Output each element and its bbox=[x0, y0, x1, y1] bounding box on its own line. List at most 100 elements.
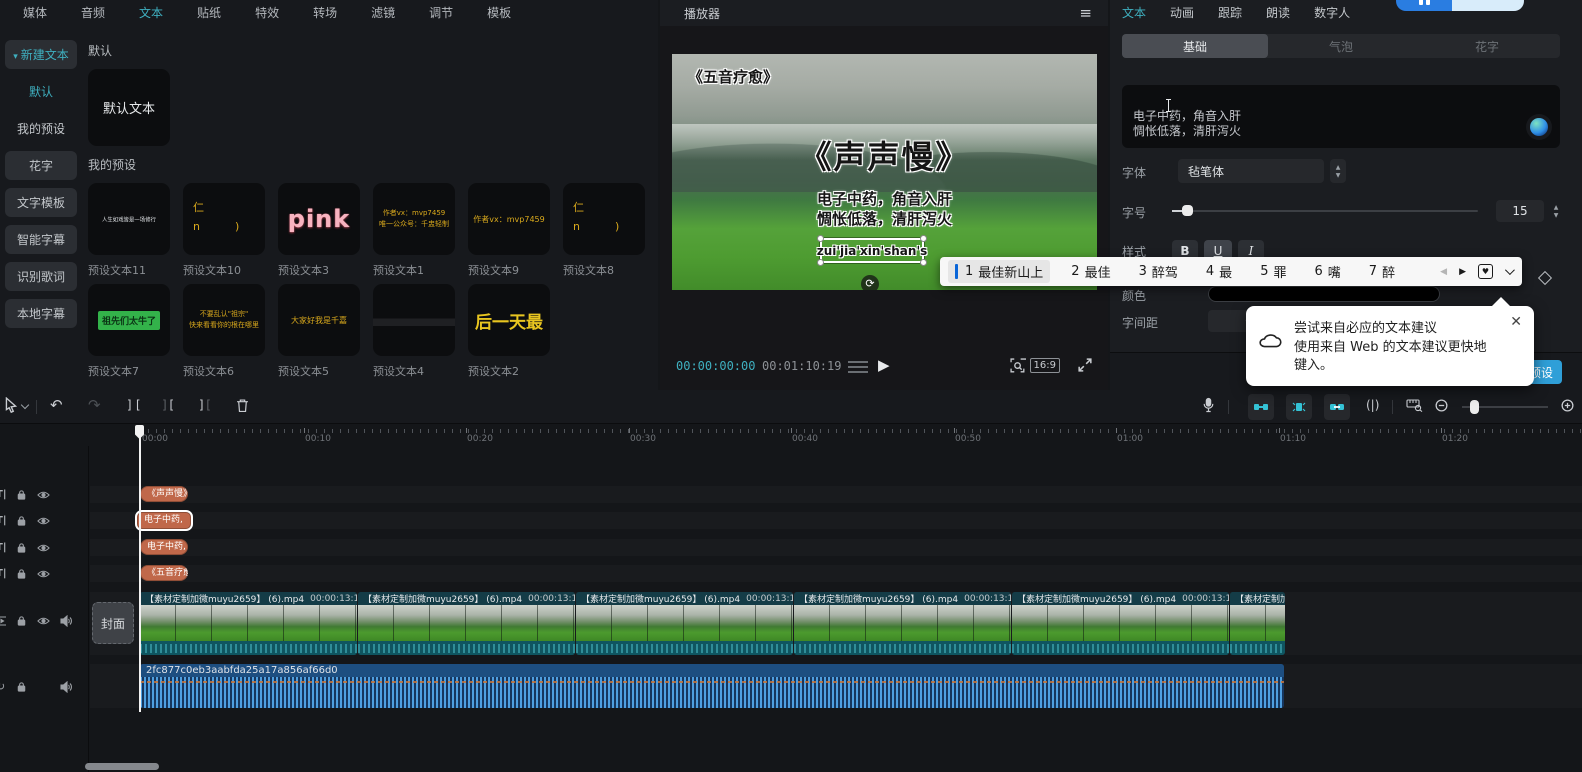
ai-assistant-icon[interactable] bbox=[1526, 114, 1552, 140]
text-clip[interactable]: 电子中药, bbox=[137, 512, 191, 529]
overlay-lyric-line2[interactable]: 惆怅低落，清肝泻火 bbox=[672, 208, 1097, 229]
lock-icon[interactable] bbox=[16, 542, 27, 554]
sidebar-item[interactable]: 文字模板 bbox=[5, 188, 77, 217]
inspector-tab[interactable]: 动画 bbox=[1170, 4, 1194, 21]
inspector-subtab[interactable]: 花字 bbox=[1414, 34, 1560, 58]
rotate-handle-icon[interactable]: ⟳ bbox=[861, 275, 879, 290]
delete-icon[interactable] bbox=[236, 398, 249, 413]
timeline-zoom-slider[interactable] bbox=[1462, 406, 1548, 408]
inspector-tab[interactable]: 文本 bbox=[1122, 4, 1146, 21]
default-text-card[interactable]: 默认文本 bbox=[88, 69, 170, 146]
select-tool-icon[interactable] bbox=[4, 397, 18, 413]
eye-icon[interactable] bbox=[37, 569, 50, 579]
video-clip[interactable]: 【素材定制加微muyu2659】 (6).mp400:00:13:1 bbox=[576, 592, 793, 655]
text-edit-box[interactable]: zui'jia'xin'shan's bbox=[820, 238, 924, 263]
top-menu-item[interactable]: 贴纸 bbox=[180, 4, 238, 21]
eye-icon[interactable] bbox=[37, 616, 50, 626]
eye-icon[interactable] bbox=[37, 490, 50, 500]
inspector-subtab[interactable]: 气泡 bbox=[1268, 34, 1414, 58]
ime-expand-chevron-icon[interactable] bbox=[1505, 265, 1515, 275]
font-stepper[interactable]: ▲▼ bbox=[1330, 159, 1346, 183]
zoom-slider-handle[interactable] bbox=[1470, 400, 1479, 414]
zoom-in-icon[interactable] bbox=[1560, 398, 1575, 413]
eye-icon[interactable] bbox=[37, 516, 50, 526]
fullscreen-icon[interactable] bbox=[1078, 358, 1092, 372]
lock-icon[interactable] bbox=[16, 681, 27, 693]
ime-candidate[interactable]: 6嘴 bbox=[1307, 260, 1347, 283]
clip-list-icon[interactable] bbox=[848, 360, 868, 373]
sidebar-item[interactable]: 我的预设 bbox=[5, 114, 77, 143]
preview-quality-icon[interactable] bbox=[1010, 358, 1026, 374]
horizontal-scrollbar[interactable] bbox=[85, 763, 159, 770]
font-size-slider[interactable] bbox=[1172, 210, 1478, 212]
mute-icon[interactable] bbox=[60, 681, 72, 693]
top-menu-item[interactable]: 模板 bbox=[470, 4, 528, 21]
player-menu-icon[interactable]: ≡ bbox=[1079, 4, 1092, 22]
sidebar-item[interactable]: 默认 bbox=[5, 77, 77, 106]
inspector-tab[interactable]: 朗读 bbox=[1266, 4, 1290, 21]
ime-candidate[interactable]: 7醉 bbox=[1362, 260, 1402, 283]
preset-card[interactable]: 预设文本4 bbox=[373, 284, 455, 379]
font-select[interactable]: 毡笔体 bbox=[1178, 159, 1324, 183]
redo-icon[interactable]: ↷ bbox=[88, 396, 101, 414]
video-clip[interactable]: 【素材定制加微muyu2659】 (6).mp400:00:13:1 bbox=[1230, 592, 1285, 655]
overlay-lyric-line1[interactable]: 电子中药，角音入肝 bbox=[672, 188, 1097, 209]
ime-prev-icon[interactable]: ◀ bbox=[1440, 267, 1447, 277]
sidebar-item[interactable]: 智能字幕 bbox=[5, 225, 77, 254]
color-swatch[interactable] bbox=[1208, 286, 1440, 302]
resize-handle[interactable] bbox=[920, 259, 927, 266]
overlay-title[interactable]: 《五音疗愈》 bbox=[688, 66, 778, 87]
preset-card[interactable]: 不要乱认"祖宗" 快来看看你的根在哪里 预设文本6 bbox=[183, 284, 265, 379]
audio-clip[interactable]: 2fc877c0eb3aabfda25a17a856af66d0 bbox=[140, 664, 1284, 708]
slider-handle[interactable] bbox=[1182, 205, 1193, 216]
top-menu-item[interactable]: 特效 bbox=[238, 4, 296, 21]
sidebar-item[interactable]: 本地字幕 bbox=[5, 299, 77, 328]
preset-card[interactable]: 祖先们太牛了 预设文本7 bbox=[88, 284, 170, 379]
text-content-input[interactable]: 电子中药，角音入肝 惆怅低落，清肝泻火 bbox=[1122, 85, 1560, 148]
resize-handle[interactable] bbox=[817, 259, 824, 266]
preset-card[interactable]: 仁 n ) 预设文本8 bbox=[563, 183, 645, 278]
video-clip[interactable]: 【素材定制加微muyu2659】 (6).mp400:00:13:1 bbox=[358, 592, 575, 655]
overlay-main-title[interactable]: 《声声慢》 bbox=[672, 132, 1097, 178]
inspector-subtab[interactable]: 基础 bbox=[1122, 34, 1268, 58]
video-clip[interactable]: 【素材定制加微muyu2659】 (6).mp400:00:13:1 bbox=[794, 592, 1011, 655]
ime-candidate[interactable]: 1最佳新山上 bbox=[948, 260, 1050, 283]
play-button[interactable]: ▶ bbox=[878, 356, 890, 374]
preset-card[interactable]: 后一天最 预设文本2 bbox=[468, 284, 550, 379]
link-clips-icon[interactable] bbox=[1324, 394, 1350, 420]
top-menu-item[interactable]: 滤镜 bbox=[354, 4, 412, 21]
inspector-tab[interactable]: 跟踪 bbox=[1218, 4, 1242, 21]
main-track-magnet-icon[interactable] bbox=[1286, 394, 1312, 420]
text-clip[interactable]: 《五音疗愈 bbox=[140, 565, 188, 581]
top-menu-item[interactable]: 转场 bbox=[296, 4, 354, 21]
lock-icon[interactable] bbox=[16, 515, 27, 527]
font-size-value[interactable]: 15 bbox=[1496, 200, 1544, 222]
delete-left-icon[interactable]: ][ bbox=[162, 398, 176, 412]
timeline-scale-icon[interactable] bbox=[1406, 398, 1423, 412]
lock-icon[interactable] bbox=[16, 568, 27, 580]
playhead-line[interactable] bbox=[139, 425, 141, 712]
sidebar-item[interactable]: 新建文本 bbox=[5, 40, 77, 69]
video-clip[interactable]: 【素材定制加微muyu2659】 (6).mp400:00:13:1 bbox=[1012, 592, 1229, 655]
video-preview[interactable]: 《五音疗愈》 《声声慢》 电子中药，角音入肝 惆怅低落，清肝泻火 zui'jia… bbox=[672, 54, 1097, 290]
split-clip-icon[interactable]: (|) bbox=[1366, 398, 1379, 412]
export-button[interactable] bbox=[1396, 0, 1524, 11]
lock-icon[interactable] bbox=[16, 489, 27, 501]
top-menu-item[interactable]: 音频 bbox=[64, 4, 122, 21]
preset-card[interactable]: 作者vx：mvp7459 唯一公众号：千盅轻制 预设文本1 bbox=[373, 183, 455, 278]
record-voiceover-icon[interactable] bbox=[1202, 397, 1215, 413]
delete-right-icon[interactable]: ][ bbox=[198, 398, 212, 412]
sidebar-item[interactable]: 花字 bbox=[5, 151, 77, 180]
ime-next-icon[interactable]: ▶ bbox=[1459, 267, 1466, 277]
keyframe-diamond-icon[interactable] bbox=[1538, 271, 1552, 285]
timeline-ruler[interactable]: 00:00 00:10 00:20 00:30 00:40 00:50 bbox=[0, 425, 1582, 446]
split-icon[interactable]: ][ bbox=[126, 398, 142, 412]
top-menu-item[interactable]: 媒体 bbox=[6, 4, 64, 21]
cover-button[interactable]: 封面 bbox=[92, 602, 134, 644]
preset-card[interactable]: 大家好我是千嘉 预设文本5 bbox=[278, 284, 360, 379]
text-clip[interactable]: 《声声慢》 bbox=[140, 486, 188, 502]
size-stepper[interactable]: ▲▼ bbox=[1548, 199, 1564, 223]
preset-card[interactable]: 仁 n ) 预设文本10 bbox=[183, 183, 265, 278]
ime-candidate[interactable]: 3醉驾 bbox=[1132, 260, 1185, 283]
top-menu-item[interactable]: 调节 bbox=[412, 4, 470, 21]
